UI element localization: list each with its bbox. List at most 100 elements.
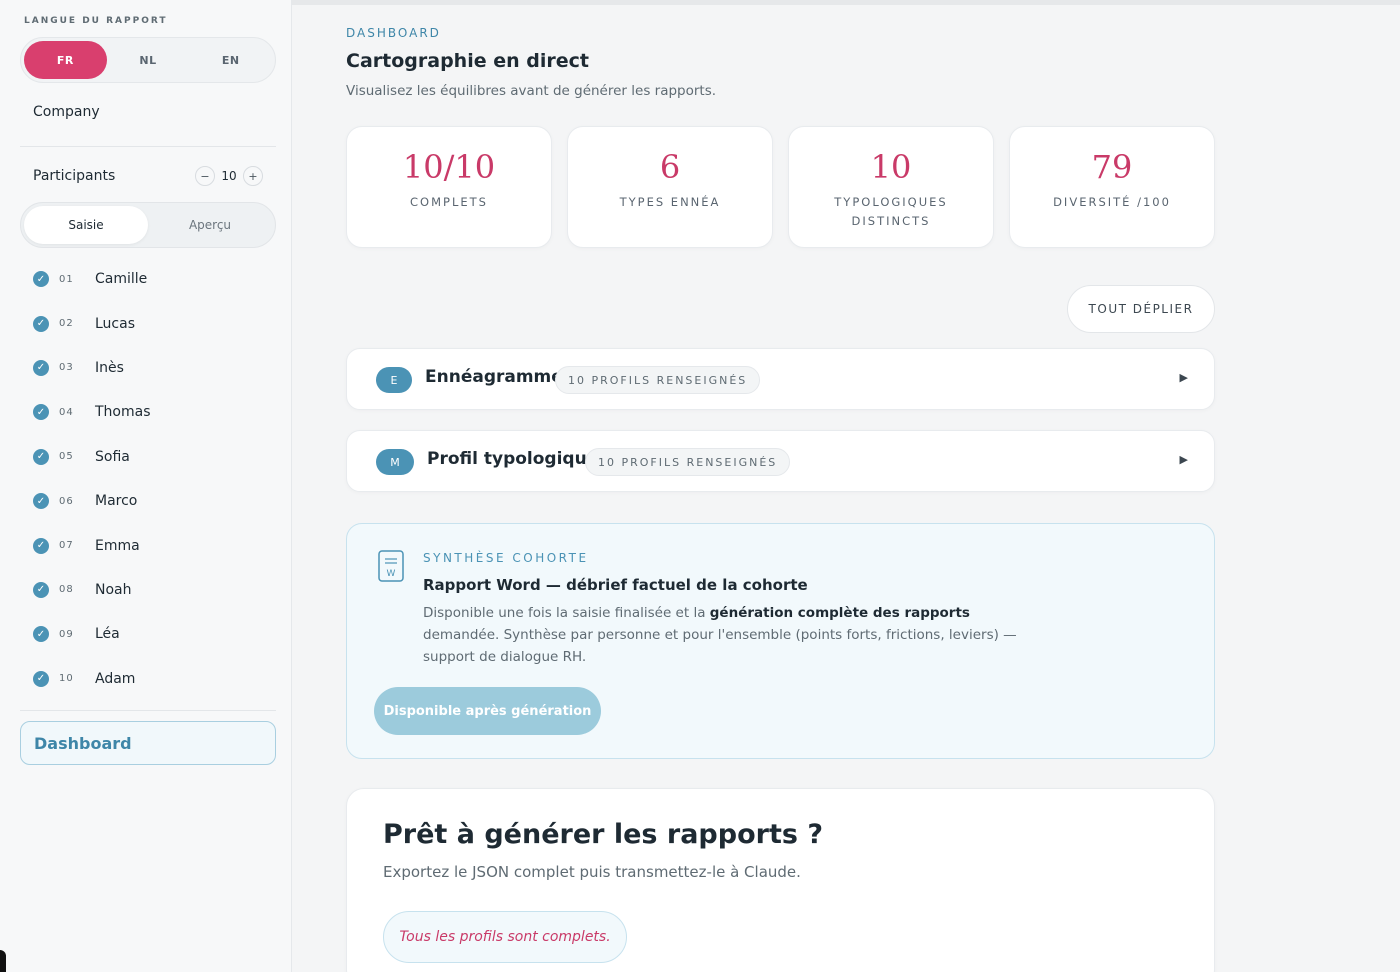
- word-document-icon: W: [378, 550, 404, 582]
- dashboard-nav-button[interactable]: Dashboard: [20, 721, 276, 765]
- check-icon: ✓: [33, 448, 49, 465]
- available-after-generation-button[interactable]: Disponible après génération: [374, 687, 601, 735]
- participant-item[interactable]: ✓ 07 Emma: [33, 523, 273, 567]
- accordion-profil-typologique[interactable]: M Profil typologique 10 PROFILS RENSEIGN…: [346, 430, 1215, 492]
- expand-arrow-icon[interactable]: ▶: [1180, 453, 1188, 466]
- participant-item[interactable]: ✓ 02 Lucas: [33, 301, 273, 345]
- participant-item[interactable]: ✓ 10 Adam: [33, 657, 273, 701]
- stat-label: DIVERSITÉ /100: [1053, 195, 1171, 209]
- profiles-count-pill: 10 PROFILS RENSEIGNÉS: [585, 448, 791, 476]
- stat-value: 6: [659, 148, 681, 186]
- divider: [20, 146, 276, 147]
- participant-name: Noah: [95, 581, 132, 598]
- participant-name: Inès: [95, 359, 124, 376]
- participants-label: Participants: [33, 168, 116, 184]
- participant-number: 04: [59, 406, 74, 418]
- accordion-enneagramme[interactable]: E Ennéagramme 10 PROFILS RENSEIGNÉS ▶: [346, 348, 1215, 410]
- participant-name: Thomas: [95, 404, 151, 421]
- divider: [20, 710, 276, 711]
- participant-name: Marco: [95, 493, 138, 510]
- participant-item[interactable]: ✓ 03 Inès: [33, 346, 273, 390]
- check-icon: ✓: [33, 581, 49, 598]
- profiles-count-pill: 10 PROFILS RENSEIGNÉS: [555, 366, 761, 394]
- participant-number: 08: [59, 584, 74, 596]
- mode-option-apercu[interactable]: Aperçu: [148, 206, 272, 244]
- stat-card-typologiques: 10 TYPOLOGIQUES DISTINCTS: [788, 126, 994, 248]
- participant-item[interactable]: ✓ 09 Léa: [33, 612, 273, 656]
- participant-number: 03: [59, 362, 74, 374]
- synthesis-emphasis: génération complète des rapports: [709, 605, 970, 621]
- stat-value: 79: [1091, 148, 1133, 186]
- participant-number: 01: [59, 273, 74, 285]
- expand-arrow-icon[interactable]: ▶: [1180, 371, 1188, 384]
- accordion-title: Profil typologique: [427, 449, 599, 469]
- lang-option-nl[interactable]: NL: [107, 41, 190, 79]
- check-icon: ✓: [33, 537, 49, 554]
- participants-count: 10: [221, 169, 237, 183]
- participant-name: Adam: [95, 670, 136, 687]
- increment-button[interactable]: +: [243, 166, 263, 186]
- stat-card-diversite: 79 DIVERSITÉ /100: [1009, 126, 1215, 248]
- stat-label: TYPES ENNÉA: [619, 195, 721, 209]
- participant-number: 06: [59, 495, 74, 507]
- participant-item[interactable]: ✓ 06 Marco: [33, 479, 273, 523]
- synthesis-eyebrow: SYNTHÈSE COHORTE: [423, 551, 589, 565]
- ready-subtitle: Exportez le JSON complet puis transmette…: [383, 863, 801, 881]
- participant-name: Sofia: [95, 448, 130, 465]
- stat-label: TYPOLOGIQUES DISTINCTS: [834, 195, 948, 228]
- participant-item[interactable]: ✓ 08 Noah: [33, 568, 273, 612]
- participant-item[interactable]: ✓ 01 Camille: [33, 257, 273, 301]
- profiles-status-pill: Tous les profils sont complets.: [383, 911, 627, 963]
- language-section-label: LANGUE DU RAPPORT: [24, 16, 168, 26]
- page-eyebrow: DASHBOARD: [346, 26, 441, 40]
- check-icon: ✓: [33, 315, 49, 332]
- check-icon: ✓: [33, 404, 49, 421]
- participant-item[interactable]: ✓ 04 Thomas: [33, 390, 273, 434]
- synthesis-description: Disponible une fois la saisie finalisée …: [423, 602, 1023, 668]
- page-title: Cartographie en direct: [346, 50, 589, 72]
- participant-item[interactable]: ✓ 05 Sofia: [33, 435, 273, 479]
- page-subtitle: Visualisez les équilibres avant de génér…: [346, 83, 717, 99]
- sidebar: LANGUE DU RAPPORT FR NL EN Company Parti…: [0, 0, 292, 972]
- synthesis-text: demandée. Synthèse par personne et pour …: [423, 627, 1017, 665]
- main-content: DASHBOARD Cartographie en direct Visuali…: [292, 5, 1400, 972]
- participant-name: Lucas: [95, 315, 135, 332]
- check-icon: ✓: [33, 271, 49, 288]
- mode-option-saisie[interactable]: Saisie: [24, 206, 148, 244]
- participant-number: 10: [59, 673, 74, 685]
- cohort-synthesis-card: W SYNTHÈSE COHORTE Rapport Word — débrie…: [346, 523, 1215, 759]
- language-switch: FR NL EN: [20, 37, 276, 83]
- mode-switch: Saisie Aperçu: [20, 202, 276, 248]
- word-letter: W: [387, 569, 396, 579]
- lang-option-fr[interactable]: FR: [24, 41, 107, 79]
- stat-card-complets: 10/10 COMPLETS: [346, 126, 552, 248]
- ready-to-generate-card: Prêt à générer les rapports ? Exportez l…: [346, 788, 1215, 972]
- participant-list: ✓ 01 Camille ✓ 02 Lucas ✓ 03 Inès ✓ 04 T…: [33, 257, 273, 701]
- company-field[interactable]: Company: [33, 104, 100, 120]
- accordion-title: Ennéagramme: [425, 367, 563, 387]
- participant-name: Emma: [95, 537, 140, 554]
- participants-stepper: − 10 +: [195, 166, 263, 186]
- expand-all-button[interactable]: TOUT DÉPLIER: [1067, 285, 1215, 333]
- check-icon: ✓: [33, 493, 49, 510]
- participant-number: 02: [59, 318, 74, 330]
- participant-number: 07: [59, 540, 74, 552]
- check-icon: ✓: [33, 359, 49, 376]
- participants-row: Participants − 10 +: [33, 166, 263, 188]
- check-icon: ✓: [33, 670, 49, 687]
- synthesis-title: Rapport Word — débrief factuel de la coh…: [423, 576, 808, 594]
- lang-option-en[interactable]: EN: [189, 41, 272, 79]
- decrement-button[interactable]: −: [195, 166, 215, 186]
- stat-value: 10: [870, 148, 912, 186]
- stats-row: 10/10 COMPLETS 6 TYPES ENNÉA 10 TYPOLOGI…: [346, 126, 1215, 248]
- section-badge: E: [376, 367, 412, 393]
- check-icon: ✓: [33, 626, 49, 643]
- synthesis-text: Disponible une fois la saisie finalisée …: [423, 605, 710, 621]
- window-edge: [0, 950, 6, 972]
- participant-number: 09: [59, 628, 74, 640]
- stat-label: COMPLETS: [410, 195, 488, 209]
- participant-number: 05: [59, 451, 74, 463]
- participant-name: Léa: [95, 626, 120, 643]
- section-badge: M: [376, 449, 414, 475]
- stat-value: 10/10: [402, 148, 496, 186]
